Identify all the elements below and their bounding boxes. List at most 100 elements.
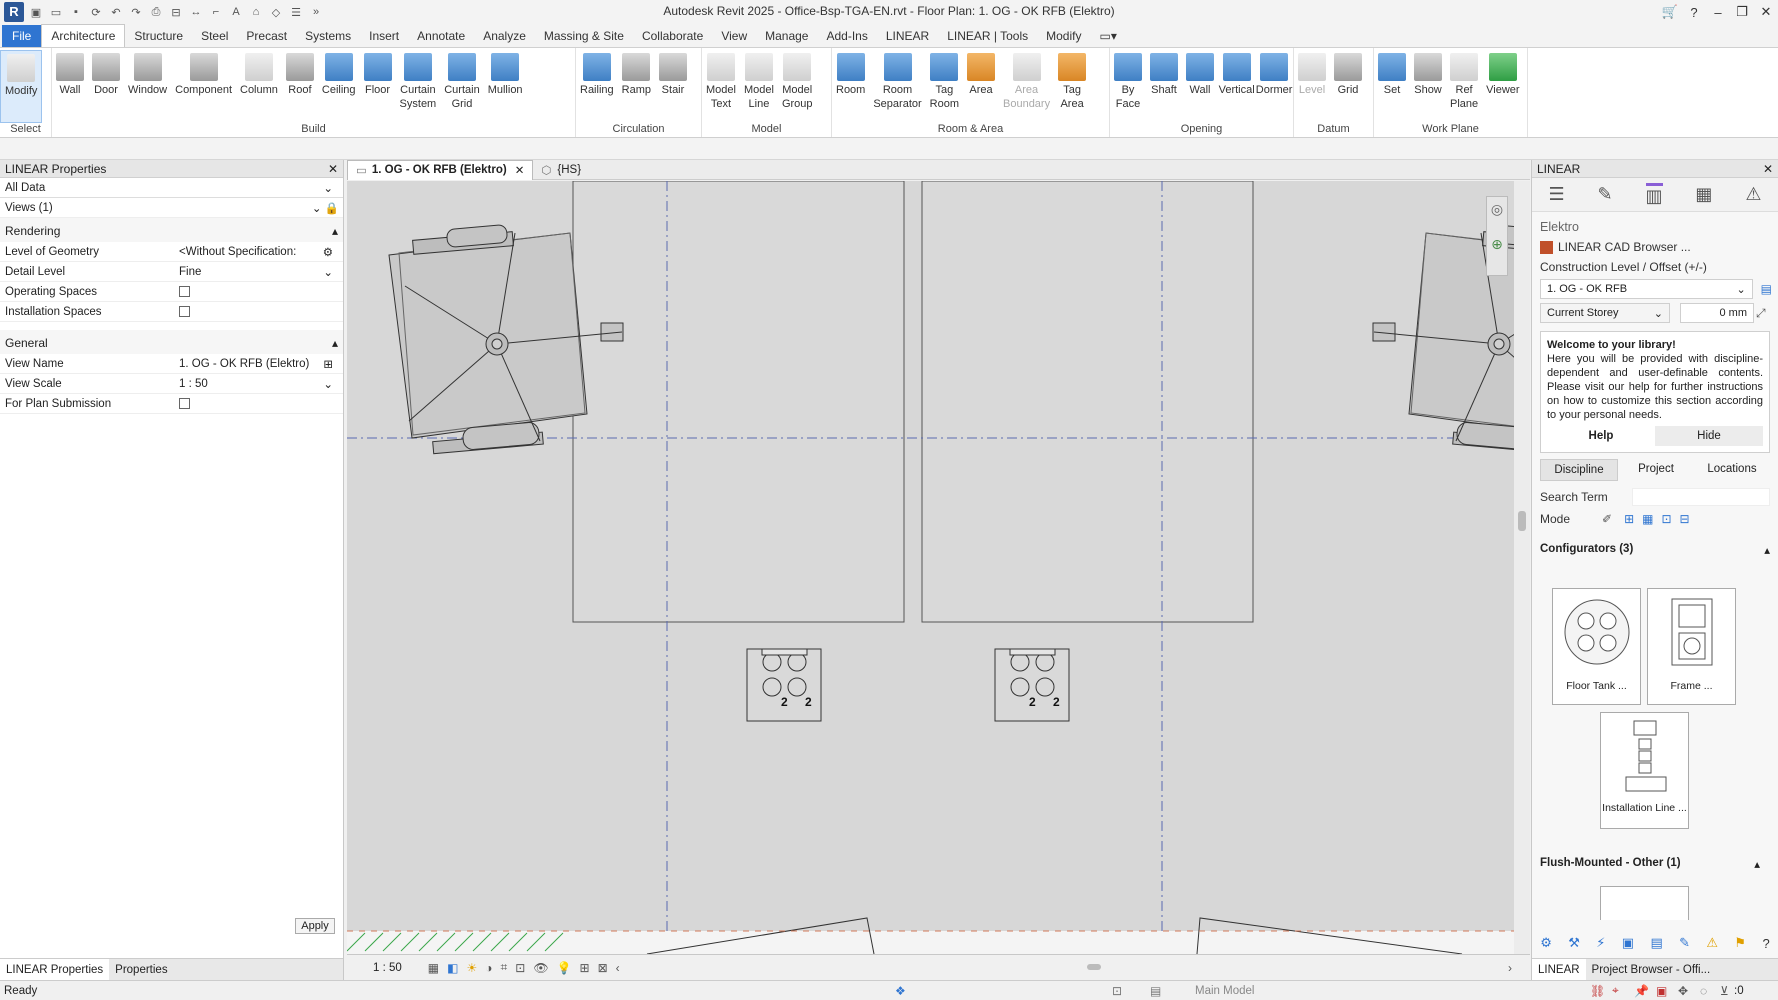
warning-icon[interactable]: ⚠ — [1745, 184, 1761, 205]
shaft-button[interactable]: Shaft — [1146, 50, 1182, 123]
cad-browser-link[interactable]: LINEAR CAD Browser ... — [1532, 237, 1778, 257]
main-model-dropdown[interactable]: Main Model — [1195, 985, 1254, 997]
show-button[interactable]: Show — [1410, 50, 1446, 123]
scroll-thumb[interactable] — [1518, 511, 1526, 531]
switch-windows-icon[interactable]: ☰ — [288, 5, 304, 19]
views-selector[interactable]: Views (1) ⌄ 🔒 — [0, 198, 343, 218]
storey-dropdown[interactable]: Current Storey ⌄ — [1540, 303, 1670, 323]
tab-insert[interactable]: Insert — [360, 25, 408, 47]
model-group-button[interactable]: Model Group — [778, 50, 817, 123]
pick-offset-icon[interactable]: ⤢ — [1756, 306, 1766, 321]
tab-locations[interactable]: Locations — [1694, 459, 1770, 481]
filter-dropdown[interactable]: All Data ⌄ — [0, 178, 343, 198]
print-icon[interactable]: ⎙ — [148, 5, 164, 19]
floor-button[interactable]: Floor — [360, 50, 396, 123]
menu-icon[interactable]: ☰ — [1548, 184, 1564, 205]
visual-style-icon[interactable]: ◧ — [447, 961, 458, 975]
curtain-system-button[interactable]: Curtain System — [396, 50, 441, 123]
frame-item[interactable]: Frame ... — [1647, 588, 1736, 705]
text-icon[interactable]: A — [228, 5, 244, 19]
crop-view-icon[interactable]: ⌗ — [500, 960, 507, 975]
worksharing-icon[interactable]: ⊞ — [580, 961, 590, 975]
collapse-icon[interactable]: ▴ — [332, 224, 338, 238]
calculator-icon[interactable]: ▦ — [1695, 184, 1712, 205]
wall-button[interactable]: Wall — [52, 50, 88, 123]
scroll-right-icon[interactable]: › — [1508, 961, 1512, 975]
tab-linear[interactable]: LINEAR — [1532, 958, 1586, 981]
tool3-icon[interactable]: ⚡ — [1596, 935, 1605, 951]
help-button[interactable]: Help — [1547, 426, 1655, 446]
tool6-icon[interactable]: ✎ — [1679, 935, 1690, 951]
view-name-value[interactable]: 1. OG - OK RFB (Elektro) — [179, 358, 309, 370]
level-of-geometry-value[interactable]: <Without Specification: — [179, 246, 296, 258]
tag-area-button[interactable]: Tag Area — [1054, 50, 1090, 123]
select-underlay-icon[interactable]: ⌖ — [1612, 983, 1619, 998]
close-icon[interactable]: ✕ — [1763, 162, 1773, 176]
mode-grid-icon[interactable]: ▦ — [1642, 512, 1653, 526]
tool2-icon[interactable]: ⚒ — [1568, 935, 1580, 951]
mullion-button[interactable]: Mullion — [484, 50, 527, 123]
tool8-icon[interactable]: ⚑ — [1734, 935, 1746, 951]
search-input[interactable] — [1632, 488, 1770, 506]
area-button[interactable]: Area — [963, 50, 999, 123]
operating-spaces-checkbox[interactable] — [179, 286, 190, 297]
3d-view-icon[interactable]: ⌂ — [248, 5, 264, 19]
collapse-icon[interactable]: ▴ — [332, 336, 338, 350]
navigation-bar[interactable]: ◎ ⊕ — [1486, 196, 1508, 276]
tag-room-button[interactable]: Tag Room — [926, 50, 963, 123]
vertical-button[interactable]: Vertical — [1218, 50, 1255, 123]
tab-structure[interactable]: Structure — [125, 25, 192, 47]
level-dropdown[interactable]: 1. OG - OK RFB ⌄ — [1540, 279, 1753, 299]
gear-icon[interactable]: ⚙ — [323, 245, 333, 259]
configurators-section[interactable]: Configurators (3) ▴ — [1540, 543, 1770, 557]
cart-icon[interactable]: 🛒 — [1658, 4, 1682, 20]
tab-architecture[interactable]: Architecture — [41, 24, 126, 47]
rendering-section[interactable]: Rendering ▴ — [0, 218, 343, 242]
roof-button[interactable]: Roof — [282, 50, 318, 123]
measure-icon[interactable]: ⊟ — [168, 5, 184, 19]
section-icon[interactable]: ◇ — [268, 5, 284, 19]
restore-button[interactable]: ❐ — [1730, 4, 1754, 20]
design-options-icon[interactable]: ⊡ — [1112, 984, 1122, 998]
ramp-button[interactable]: Ramp — [618, 50, 655, 123]
panel-select-label[interactable]: Select — [0, 123, 51, 137]
model-text-button[interactable]: Model Text — [702, 50, 740, 123]
lock-icon[interactable]: 🔒 — [325, 203, 339, 215]
select-links-icon[interactable]: ⛓ — [1590, 984, 1605, 998]
view-options-icon[interactable]: ▭▾ — [1090, 25, 1125, 47]
curtain-grid-button[interactable]: Curtain Grid — [440, 50, 483, 123]
save-icon[interactable]: ▪ — [68, 5, 84, 19]
tab-file[interactable]: File — [2, 25, 42, 47]
mode-multi-icon[interactable]: ⊟ — [1680, 512, 1690, 526]
tab-discipline[interactable]: Discipline — [1540, 459, 1618, 481]
room-separator-button[interactable]: Room Separator — [869, 50, 925, 123]
dormer-button[interactable]: Dormer — [1255, 50, 1293, 123]
grid-button[interactable]: Grid — [1330, 50, 1366, 123]
installation-spaces-checkbox[interactable] — [179, 306, 190, 317]
pipette-icon[interactable]: ✐ — [1602, 512, 1612, 526]
tab-precast[interactable]: Precast — [237, 25, 296, 47]
tab-project[interactable]: Project — [1618, 459, 1694, 481]
mode-corner-icon[interactable]: ⊡ — [1661, 512, 1671, 526]
more-icon[interactable]: » — [308, 5, 324, 19]
view-tab-3d[interactable]: ⬡ {HS} — [533, 160, 589, 180]
installation-line-item[interactable]: Installation Line ... — [1600, 712, 1689, 829]
background-process-icon[interactable]: ◌ — [1700, 984, 1707, 998]
select-face-icon[interactable]: ▣ — [1656, 984, 1667, 998]
revit-logo[interactable]: R — [4, 2, 24, 22]
view-tab-active[interactable]: ▭ 1. OG - OK RFB (Elektro) ✕ — [347, 159, 534, 180]
help-circle-icon[interactable]: ? — [1762, 936, 1769, 951]
ref-plane-button[interactable]: Ref Plane — [1446, 50, 1482, 123]
sun-path-icon[interactable]: ☀ — [466, 961, 477, 975]
edit-icon[interactable]: ✎ — [1598, 184, 1613, 205]
tab-modify[interactable]: Modify — [1037, 25, 1090, 47]
show-crop-icon[interactable]: ⊡ — [515, 961, 525, 975]
tool7-icon[interactable]: ⚠ — [1706, 935, 1718, 951]
offset-input[interactable]: 0 mm — [1680, 303, 1754, 323]
tab-manage[interactable]: Manage — [756, 25, 817, 47]
column-button[interactable]: Column — [236, 50, 282, 123]
tab-collaborate[interactable]: Collaborate — [633, 25, 712, 47]
detail-level-icon[interactable]: ▦ — [428, 961, 439, 975]
tab-systems[interactable]: Systems — [296, 25, 360, 47]
undo-icon[interactable]: ↶ — [108, 5, 124, 19]
